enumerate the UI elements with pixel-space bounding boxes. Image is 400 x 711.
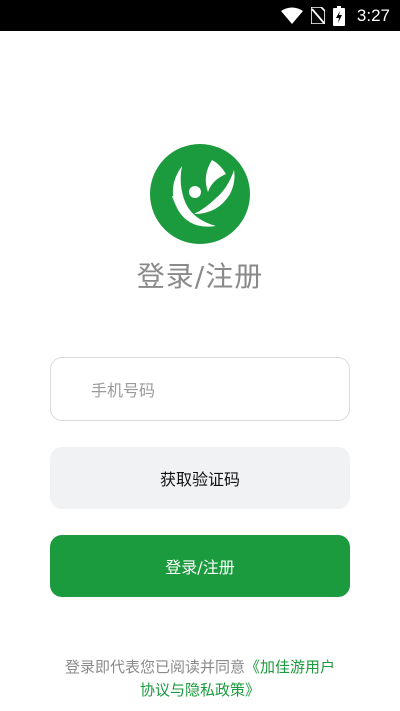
battery-charging-icon (332, 5, 345, 26)
login-register-button[interactable]: 登录/注册 (50, 535, 350, 597)
agreement-prefix: 登录即代表您已阅读并同意 (64, 658, 245, 676)
get-code-button[interactable]: 获取验证码 (50, 447, 350, 509)
phone-input[interactable] (89, 358, 343, 422)
leaf-logo-icon (150, 144, 250, 244)
app-logo (150, 144, 250, 244)
status-icons: 3:27 (280, 0, 390, 31)
status-bar: 3:27 (0, 0, 400, 31)
page-title: 登录/注册 (136, 260, 264, 293)
phone-field[interactable] (50, 357, 350, 422)
status-time: 3:27 (356, 5, 390, 25)
wifi-icon (280, 7, 303, 24)
agreement-text: 登录即代表您已阅读并同意《加佳游用户协议与隐私政策》 (60, 656, 340, 702)
no-sim-icon (310, 7, 325, 24)
